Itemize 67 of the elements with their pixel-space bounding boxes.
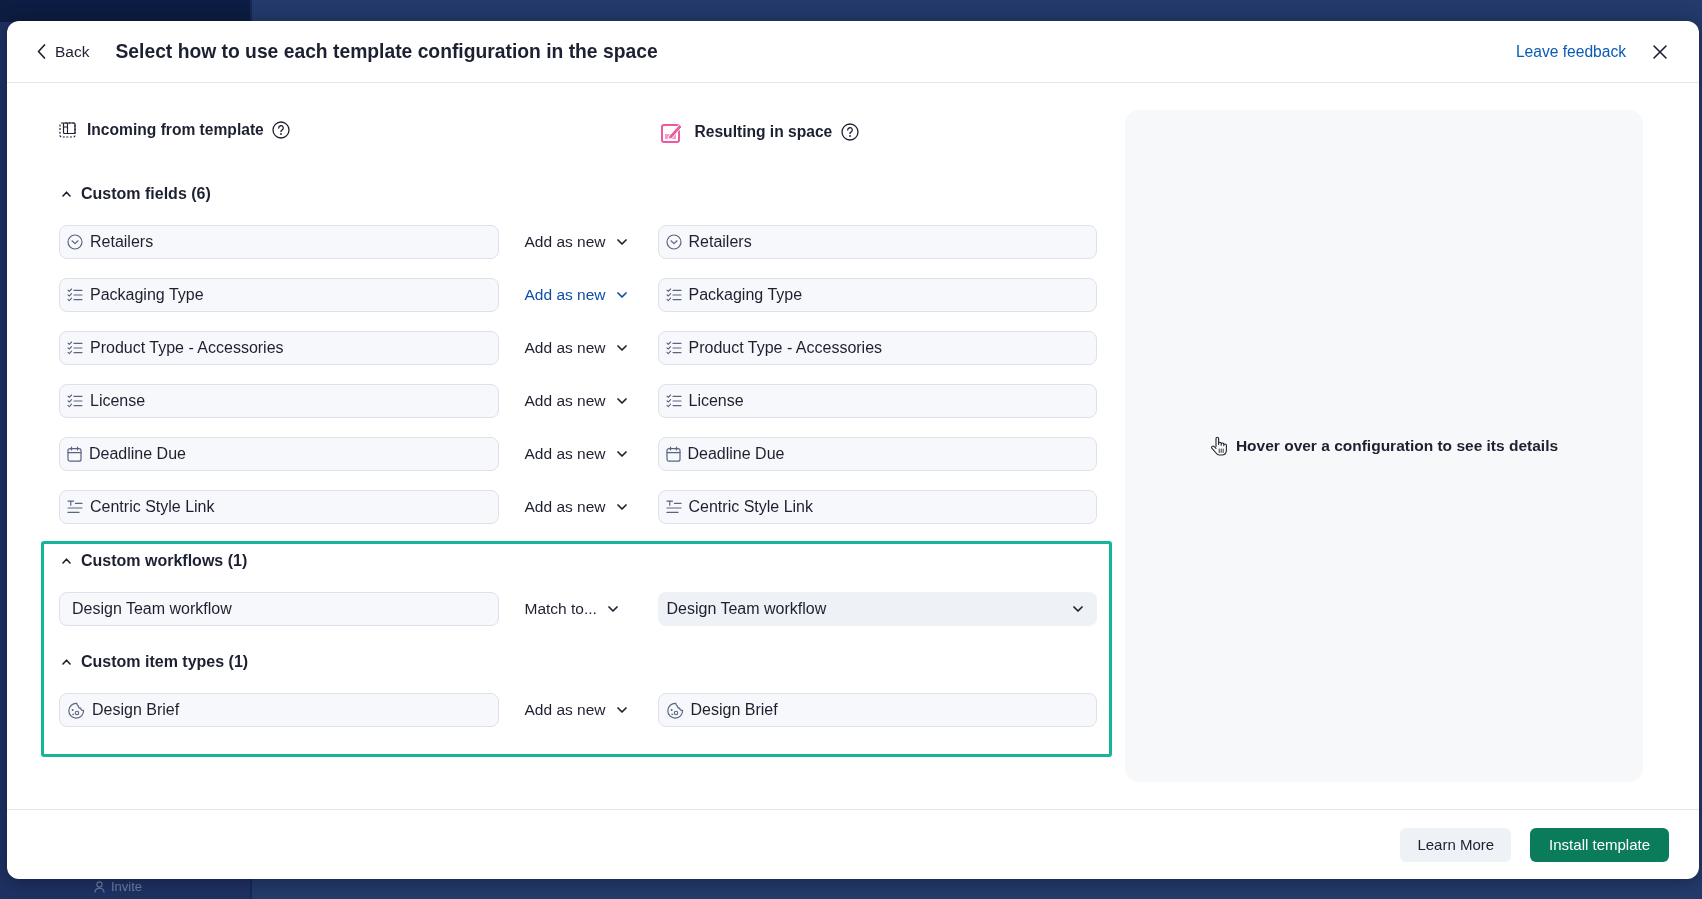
- source-field: Deadline Due: [59, 437, 499, 471]
- checklist-icon: [67, 288, 83, 302]
- source-field: Retailers: [59, 225, 499, 259]
- source-field: Design Brief: [59, 693, 499, 727]
- action-dropdown[interactable]: Add as new: [524, 390, 627, 412]
- target-field: Design Brief: [657, 693, 1097, 727]
- target-field: Deadline Due: [657, 437, 1097, 471]
- section-toggle[interactable]: Custom workflows (1): [59, 550, 248, 572]
- secondary-button[interactable]: Learn More: [1400, 827, 1512, 862]
- hand-pointer-icon: [1209, 436, 1228, 456]
- target-field: Product Type - Accessories: [657, 331, 1097, 365]
- checklist-icon: [665, 288, 682, 302]
- calendar-icon: [67, 446, 82, 462]
- chevron-left-icon: [37, 44, 46, 59]
- action-dropdown[interactable]: Add as new: [524, 699, 627, 721]
- target-field: Packaging Type: [657, 278, 1097, 312]
- target-dropdown[interactable]: Design Team workflow: [657, 592, 1097, 626]
- action-dropdown[interactable]: Add as new: [524, 284, 627, 306]
- checklist-icon: [665, 394, 682, 408]
- target-field: Retailers: [657, 225, 1097, 259]
- source-field: Centric Style Link: [59, 490, 499, 524]
- source-field: Product Type - Accessories: [59, 331, 499, 365]
- chevron-down-icon: [616, 451, 627, 457]
- text-lines-icon: [67, 500, 83, 514]
- chevron-down-icon: [616, 292, 627, 298]
- invite-label: Invite: [111, 880, 143, 894]
- chevron-down-icon: [616, 398, 627, 404]
- dialog-title: Select how to use each template configuration in the space: [115, 40, 658, 63]
- section-toggle[interactable]: Custom fields (6): [59, 183, 211, 205]
- person-icon: [94, 881, 105, 893]
- column-heading: Resulting in space: [694, 122, 833, 141]
- cookie-icon: [665, 701, 684, 719]
- chevron-down-icon: [616, 239, 627, 245]
- chevron-down-icon: [616, 504, 627, 510]
- target-field: Centric Style Link: [657, 490, 1097, 524]
- chevron-circle-icon: [67, 234, 83, 250]
- target-field: License: [657, 384, 1097, 418]
- source-field: Packaging Type: [59, 278, 499, 312]
- action-dropdown[interactable]: Add as new: [524, 231, 627, 253]
- action-dropdown[interactable]: Add as new: [524, 337, 627, 359]
- checklist-icon: [67, 341, 83, 355]
- details-hint: Hover over a configuration to see its details: [1235, 437, 1559, 455]
- chevron-down-icon: [607, 606, 618, 612]
- source-field: License: [59, 384, 499, 418]
- action-dropdown[interactable]: Match to...: [524, 598, 618, 620]
- feedback-link[interactable]: Leave feedback: [1515, 42, 1626, 61]
- dashed-layout-icon: [59, 122, 76, 138]
- chevron-down-icon: [616, 345, 627, 351]
- back-button[interactable]: Back: [37, 38, 90, 65]
- chevron-circle-icon: [665, 234, 682, 250]
- chevron-down-icon: [1073, 606, 1083, 612]
- primary-button[interactable]: Install template: [1530, 827, 1669, 862]
- calendar-icon: [665, 446, 681, 462]
- text-lines-icon: [665, 500, 682, 514]
- section-toggle[interactable]: Custom item types (1): [59, 651, 249, 673]
- help-icon[interactable]: [841, 122, 860, 141]
- chevron-down-icon: [616, 707, 627, 713]
- column-heading: Incoming from template: [87, 121, 264, 139]
- action-dropdown[interactable]: Add as new: [524, 443, 627, 465]
- action-dropdown[interactable]: Add as new: [524, 496, 627, 518]
- source-field: Design Team workflow: [59, 592, 499, 626]
- close-button[interactable]: [1652, 43, 1668, 60]
- cookie-icon: [67, 701, 85, 719]
- checklist-icon: [665, 341, 682, 355]
- help-icon[interactable]: [271, 121, 290, 139]
- checklist-icon: [67, 394, 83, 408]
- close-icon: [1653, 44, 1667, 59]
